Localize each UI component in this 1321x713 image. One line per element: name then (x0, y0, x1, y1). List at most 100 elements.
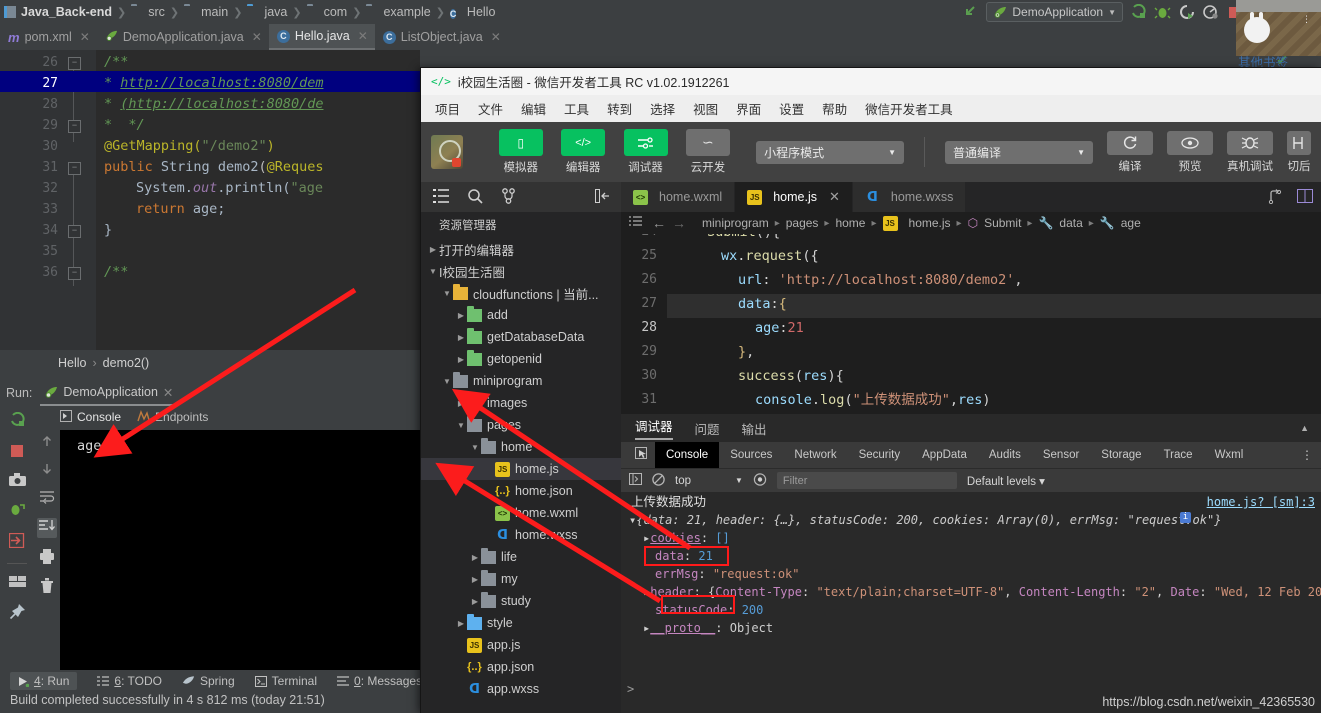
clear-console-icon[interactable] (652, 472, 665, 489)
eye-icon[interactable] (753, 472, 767, 489)
editor-tab-listobject[interactable]: C ListObject.java ✕ (375, 24, 508, 50)
breadcrumb-item-data[interactable]: data (1059, 216, 1082, 230)
breadcrumb-item-2[interactable]: main (201, 5, 228, 19)
breadcrumb-item-submit[interactable]: Submit (984, 216, 1021, 230)
search-icon[interactable] (467, 188, 483, 207)
console-source-link[interactable]: home.js? [sm]:3 (1207, 494, 1315, 511)
tree-node-home[interactable]: ▼ home (421, 436, 621, 458)
project-avatar[interactable] (431, 135, 463, 169)
devtools-tab-audits[interactable]: Audits (978, 442, 1032, 468)
devtools-tab-security[interactable]: Security (848, 442, 912, 468)
log-levels-select[interactable]: Default levels ▾ (967, 474, 1045, 488)
menu-item-settings[interactable]: 设置 (779, 99, 804, 118)
tree-node-home-wxss[interactable]: ᗡ home.wxss (421, 524, 621, 546)
close-icon[interactable]: ✕ (163, 385, 173, 400)
toolbar-action-switch[interactable]: 切后 (1287, 130, 1311, 174)
tree-node-app-json[interactable]: {..} app.json (421, 656, 621, 678)
tree-node-style[interactable]: ▶ style (421, 612, 621, 634)
compile-select[interactable]: 普通编译 ▼ (945, 140, 1093, 164)
java-code-editor[interactable]: 26 27 28 29 30 31 32 33 34 35 36 − − − −… (0, 50, 420, 350)
status-tool-todo[interactable]: 6: TODO (97, 674, 162, 688)
file-explorer[interactable]: 资源管理器 ▶ 打开的编辑器 ▼ I校园生活圈 ▼ cloudfunctions… (421, 212, 621, 713)
status-tool-messages[interactable]: 0: Messages (337, 674, 422, 688)
back-arrow-icon[interactable] (962, 4, 979, 21)
run-icon[interactable] (1130, 3, 1147, 21)
toolbar-action-preview[interactable]: 预览 (1167, 130, 1213, 174)
close-icon[interactable]: ✕ (829, 189, 840, 205)
console-output[interactable]: 上传数据成功 home.js? [sm]:3 ▾{data: 21, heade… (621, 492, 1321, 682)
breadcrumb-item-6[interactable]: Hello (467, 5, 496, 19)
menu-item-tools[interactable]: 工具 (564, 99, 589, 118)
toolbar-button-simulator[interactable]: ▯ 模拟器 (497, 129, 545, 175)
trash-icon[interactable] (40, 578, 54, 596)
tree-node-study[interactable]: ▶ study (421, 590, 621, 612)
tree-node-app-js[interactable]: JS app.js (421, 634, 621, 656)
toolbar-button-cloud[interactable]: ∽ 云开发 (684, 129, 732, 175)
tree-node-getopenid[interactable]: ▶ getopenid (421, 348, 621, 370)
editor-tab-home-js[interactable]: JS home.js ✕ (735, 182, 853, 212)
collapse-panel-icon[interactable] (595, 188, 611, 206)
close-icon[interactable]: ✕ (358, 29, 368, 43)
devtools-tab-sources[interactable]: Sources (719, 442, 783, 468)
menu-item-file[interactable]: 文件 (478, 99, 503, 118)
camera-icon[interactable] (8, 473, 26, 490)
status-tool-spring[interactable]: Spring (182, 674, 235, 688)
tree-node-app-wxss[interactable]: ᗡ app.wxss (421, 678, 621, 700)
mode-select[interactable]: 小程序模式 ▼ (756, 140, 905, 164)
back-icon[interactable]: ← (652, 215, 666, 231)
import-icon[interactable] (8, 532, 26, 551)
explorer-icon[interactable] (433, 188, 449, 206)
source-control-icon[interactable] (501, 187, 516, 207)
breadcrumb-item-0[interactable]: Java_Back-end (21, 5, 112, 19)
breadcrumb-item-home-js[interactable]: home.js (909, 216, 951, 230)
tree-node-images[interactable]: ▶ images (421, 392, 621, 414)
scroll-up-icon[interactable] (40, 434, 54, 451)
tree-node-life[interactable]: ▶ life (421, 546, 621, 568)
console-sidebar-icon[interactable] (629, 473, 642, 488)
wechat-code-editor[interactable]: 24 25 26 27 28 29 30 31 32 Submit(){ wx.… (621, 234, 1321, 414)
layout-icon[interactable] (8, 576, 26, 591)
menu-item-project[interactable]: 项目 (435, 99, 460, 118)
profiler-icon[interactable] (1202, 4, 1219, 21)
devtools-tab-trace[interactable]: Trace (1153, 442, 1204, 468)
more-options-icon[interactable]: ⋮ (1302, 15, 1311, 24)
devtools-tab-console[interactable]: Console (655, 442, 720, 468)
editor-tab-home-wxml[interactable]: <> home.wxml (621, 182, 736, 212)
toolbar-button-debugger[interactable]: 调试器 (621, 129, 669, 175)
rerun-icon[interactable] (9, 411, 26, 432)
fold-toggle-icon[interactable]: − (68, 120, 81, 133)
menu-item-view[interactable]: 视图 (693, 99, 718, 118)
status-tool-run[interactable]: 4: Run (10, 672, 78, 690)
editor-tab-pom[interactable]: m pom.xml ✕ (0, 24, 97, 50)
toolbar-action-realdevice[interactable]: 真机调试 (1227, 130, 1273, 174)
menu-item-help[interactable]: 帮助 (822, 99, 847, 118)
explorer-list-icon[interactable] (629, 216, 642, 230)
breadcrumb-item-pages[interactable]: pages (786, 216, 819, 230)
tree-node-project-root[interactable]: ▼ I校园生活圈 (421, 260, 621, 282)
editor-tab-hello[interactable]: C Hello.java ✕ (268, 24, 375, 50)
debug-restart-icon[interactable] (9, 502, 26, 521)
toolbar-button-editor[interactable]: </> 编辑器 (559, 129, 607, 175)
console-object-summary[interactable]: ▾{data: 21, header: {…}, statusCode: 200… (629, 512, 1221, 529)
scroll-to-end-icon[interactable] (37, 518, 57, 538)
tree-node-pages[interactable]: ▼ pages (421, 414, 621, 436)
breadcrumb-item-1[interactable]: src (148, 5, 165, 19)
breadcrumb-item-miniprogram[interactable]: miniprogram (702, 216, 769, 230)
panel-tab-debugger[interactable]: 调试器 (635, 416, 673, 440)
run-subtab-console[interactable]: Console (60, 409, 121, 425)
tree-node-open-editors[interactable]: ▶ 打开的编辑器 (421, 238, 621, 260)
code-url-link[interactable]: http://localhost:8080/dem (120, 75, 323, 91)
breadcrumb-item-3[interactable]: java (264, 5, 287, 19)
split-editor-icon[interactable] (1297, 188, 1313, 206)
status-tool-terminal[interactable]: Terminal (254, 674, 317, 688)
devtools-tab-network[interactable]: Network (783, 442, 847, 468)
breadcrumb-item-home[interactable]: home (835, 216, 865, 230)
run-console-output[interactable]: age=21 (60, 430, 420, 670)
devtools-tab-wxml[interactable]: Wxml (1204, 442, 1255, 468)
fold-toggle-icon[interactable]: − (68, 57, 81, 70)
fold-toggle-icon[interactable]: − (68, 162, 81, 175)
close-icon[interactable]: ✕ (491, 30, 501, 44)
inspect-element-icon[interactable] (629, 446, 655, 464)
tree-node-home-js[interactable]: JS home.js (421, 458, 621, 480)
tree-node-add[interactable]: ▶ add (421, 304, 621, 326)
